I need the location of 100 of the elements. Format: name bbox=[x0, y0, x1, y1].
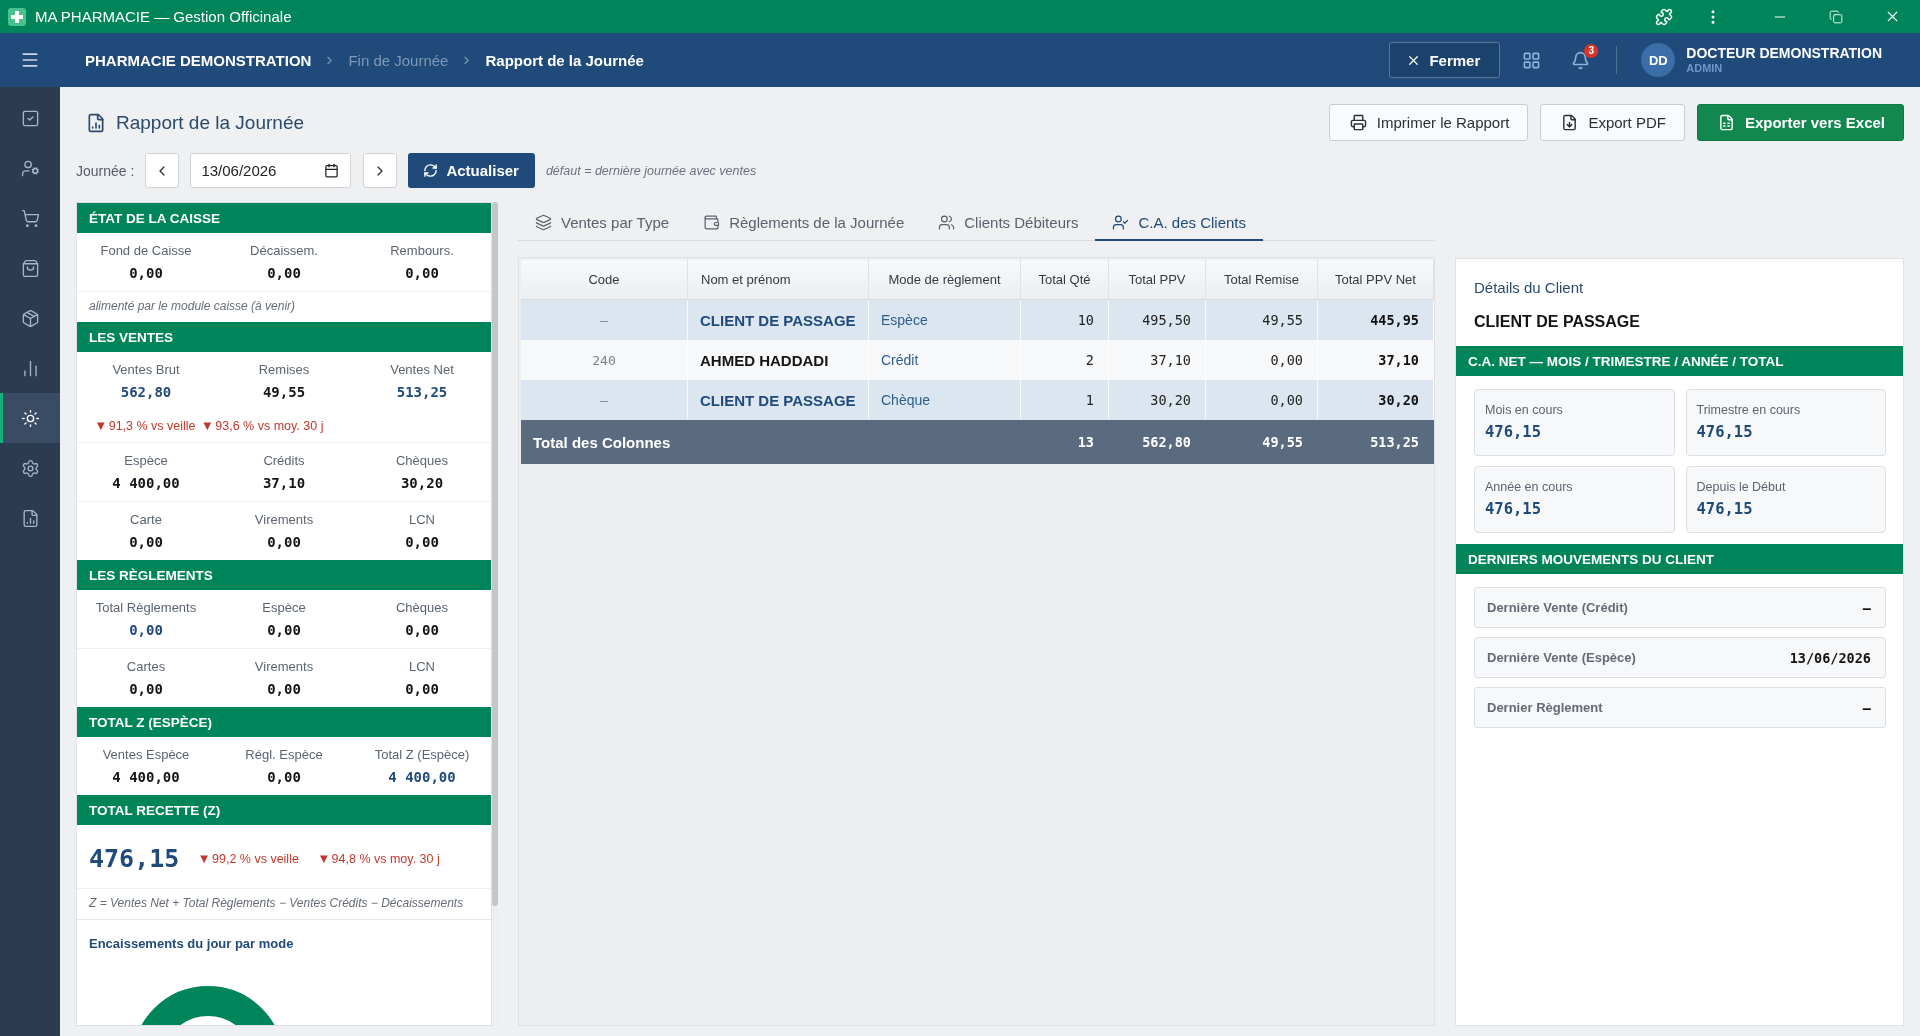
table-row[interactable]: 240 AHMED HADDADI Crédit 2 37,10 0,00 37,10 bbox=[521, 340, 1434, 380]
table-cell: CLIENT DE PASSAGE bbox=[700, 311, 856, 329]
movement-label: Dernier Règlement bbox=[1487, 700, 1603, 715]
user-name: DOCTEUR DEMONSTRATION bbox=[1686, 45, 1882, 62]
kpi-label: Année en cours bbox=[1485, 479, 1574, 495]
tab[interactable]: Ventes par Type bbox=[518, 206, 687, 241]
notification-badge: 3 bbox=[1584, 43, 1599, 58]
menu-icon[interactable] bbox=[20, 50, 40, 70]
column-header[interactable]: Mode de règlement bbox=[869, 260, 1021, 300]
section-header: TOTAL Z (ESPÈCE) bbox=[77, 707, 491, 737]
avatar[interactable]: DD bbox=[1641, 43, 1676, 77]
table-cell: 30,20 bbox=[1150, 392, 1191, 408]
stat-value: 0,00 bbox=[405, 264, 439, 283]
layers-icon bbox=[535, 214, 552, 231]
stat-label: Remises bbox=[258, 362, 310, 378]
column-header[interactable]: Total PPV bbox=[1109, 260, 1206, 300]
column-header[interactable]: Code bbox=[521, 260, 688, 300]
client-name: CLIENT DE PASSAGE bbox=[1473, 312, 1641, 332]
stat-label: Total Z (Espèce) bbox=[374, 747, 470, 763]
sidebar-item[interactable] bbox=[0, 393, 60, 443]
stat-value: 4 400,00 bbox=[112, 474, 180, 493]
stat-value: 0,00 bbox=[405, 533, 439, 552]
puzzle-icon[interactable] bbox=[1654, 7, 1673, 26]
total-value: 476,15 bbox=[89, 843, 180, 875]
tab[interactable]: Règlements de la Journée bbox=[686, 206, 922, 241]
file-download-icon bbox=[1561, 114, 1579, 131]
export-pdf-button[interactable]: Export PDF bbox=[1540, 104, 1685, 141]
stat-value: 0,00 bbox=[267, 533, 301, 552]
wallet-icon bbox=[703, 214, 721, 231]
table-cell: 0,00 bbox=[1270, 392, 1303, 408]
stat-value: 0,00 bbox=[267, 621, 301, 640]
table-cell: 49,55 bbox=[1262, 434, 1303, 450]
table-cell: CLIENT DE PASSAGE bbox=[700, 391, 856, 409]
stat-label: Total Règlements bbox=[95, 600, 197, 616]
app-icon bbox=[8, 7, 26, 26]
stat-label: Décaissem. bbox=[250, 243, 318, 259]
table-row[interactable]: — CLIENT DE PASSAGE Chèque 1 30,20 0,00 30,20 bbox=[521, 380, 1434, 420]
settings-icon bbox=[20, 458, 40, 478]
scrollbar-thumb[interactable] bbox=[492, 202, 498, 906]
column-header[interactable]: Total PPV Net bbox=[1318, 260, 1434, 300]
column-header[interactable]: Total Remise bbox=[1206, 260, 1318, 300]
column-header[interactable]: Nom et prénom bbox=[688, 260, 869, 300]
sun-icon bbox=[20, 408, 40, 428]
trend-arrow-icon: ▼ bbox=[319, 853, 328, 865]
stat-value: 0,00 bbox=[129, 680, 163, 699]
stat-label: Chèques bbox=[395, 453, 448, 469]
export-excel-button[interactable]: Exporter vers Excel bbox=[1696, 104, 1904, 141]
stat-label: Rembours. bbox=[390, 243, 454, 259]
bag-icon bbox=[20, 258, 40, 278]
stat-label: Ventes Net bbox=[390, 362, 454, 378]
window-title: MA PHARMACIE — Gestion Officinale bbox=[35, 8, 292, 25]
calendar-icon[interactable] bbox=[324, 163, 340, 178]
print-button[interactable]: Imprimer le Rapport bbox=[1328, 104, 1529, 141]
day-label: Journée : bbox=[76, 162, 135, 179]
trend-text: 94,8 % vs moy. 30 j bbox=[331, 851, 440, 867]
grid-icon[interactable] bbox=[1522, 50, 1542, 70]
table-cell: — bbox=[600, 392, 608, 408]
close-button[interactable]: Fermer bbox=[1389, 42, 1501, 78]
date-field[interactable]: 13/06/2026 bbox=[190, 153, 352, 188]
chart-title: Encaissements du jour par mode bbox=[89, 936, 295, 952]
next-day-button[interactable] bbox=[363, 153, 398, 188]
table-cell: 10 bbox=[1077, 312, 1094, 328]
box-icon bbox=[20, 308, 40, 328]
stat-value: 4 400,00 bbox=[112, 768, 180, 787]
stat-label: LCN bbox=[409, 659, 435, 675]
page-title: Rapport de la Journée bbox=[116, 111, 304, 134]
movement-label: Dernière Vente (Espèce) bbox=[1487, 650, 1636, 665]
tab[interactable]: C.A. des Clients bbox=[1095, 206, 1263, 241]
stat-value: 0,00 bbox=[129, 264, 163, 283]
section-header: ÉTAT DE LA CAISSE bbox=[77, 203, 491, 233]
table-cell: Crédit bbox=[881, 352, 919, 368]
trend-text: 91,3 % vs veille bbox=[108, 418, 196, 434]
stat-label: Carte bbox=[130, 512, 162, 528]
user-role: ADMIN bbox=[1686, 62, 1724, 75]
stat-value: 0,00 bbox=[405, 680, 439, 699]
table-cell: — bbox=[600, 312, 608, 328]
breadcrumb-link[interactable]: PHARMACIE DEMONSTRATION bbox=[85, 51, 312, 69]
table-row[interactable]: — CLIENT DE PASSAGE Espèce 10 495,50 49,55 445,95 bbox=[521, 300, 1434, 340]
column-header[interactable]: Total Qté bbox=[1021, 260, 1109, 300]
user-gear-icon bbox=[20, 158, 40, 178]
stat-label: Ventes Brut bbox=[112, 362, 180, 378]
stat-value: 0,00 bbox=[129, 533, 163, 552]
previous-day-button[interactable] bbox=[145, 153, 180, 188]
hint-text: défaut = dernière journée avec ventes bbox=[545, 163, 757, 178]
table-cell: 445,95 bbox=[1370, 312, 1419, 328]
kpi-value: 476,15 bbox=[1485, 422, 1542, 442]
restore-icon[interactable] bbox=[1829, 9, 1843, 24]
table-cell: AHMED HADDADI bbox=[700, 351, 829, 369]
refresh-button[interactable]: Actualiser bbox=[408, 153, 535, 188]
tab[interactable]: Clients Débiteurs bbox=[921, 206, 1096, 241]
stat-label: Cartes bbox=[126, 659, 166, 675]
report-icon bbox=[86, 112, 106, 133]
movement-value: — bbox=[1862, 599, 1871, 616]
trend-arrow-icon: ▼ bbox=[97, 420, 105, 432]
total-label: Total des Colonnes bbox=[533, 433, 671, 451]
stat-label: Espèce bbox=[262, 600, 306, 616]
refresh-icon bbox=[423, 163, 439, 178]
bell-icon[interactable] bbox=[1571, 50, 1591, 70]
users-icon bbox=[938, 214, 956, 231]
stat-value: 0,00 bbox=[405, 621, 439, 640]
